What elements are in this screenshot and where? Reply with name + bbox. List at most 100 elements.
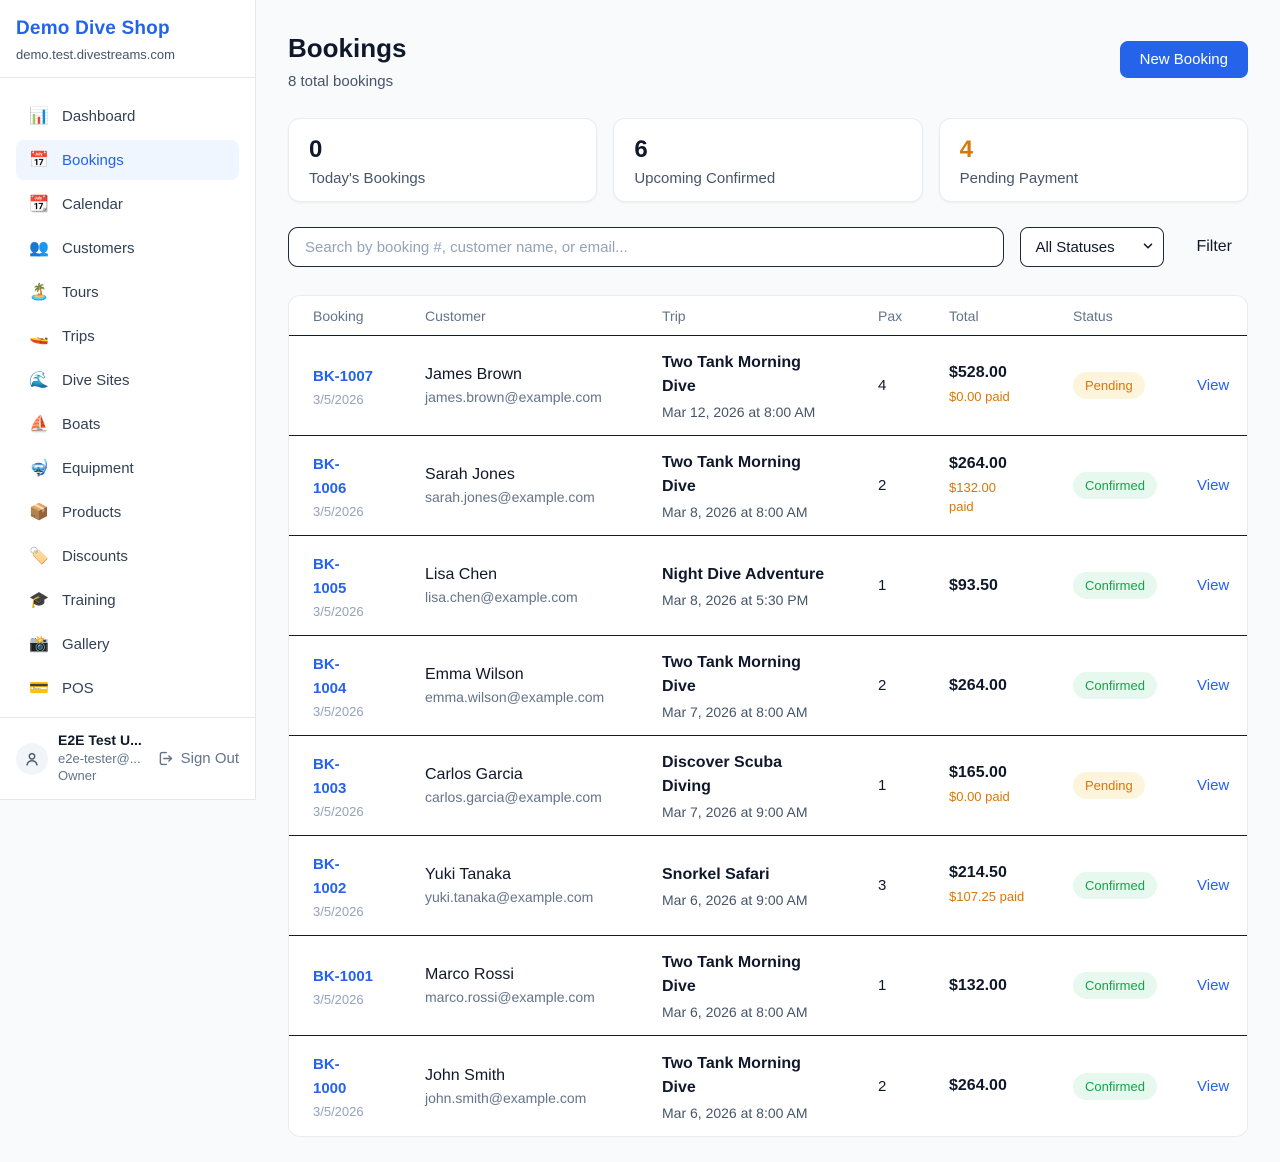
booking-date: 3/5/2026 [313,1104,425,1119]
nav-item-label: Equipment [62,460,134,477]
user-info: E2E Test U... e2e-tester@... Owner [58,732,147,785]
status-filter-select[interactable]: All Statuses [1020,227,1164,267]
total-cell: $264.00 $132.00 paid [949,455,1073,517]
sidebar-item-dashboard[interactable]: 📊 Dashboard [16,96,239,136]
sidebar-header: Demo Dive Shop demo.test.divestreams.com [0,0,255,78]
total-cell: $264.00 [949,1077,1073,1095]
table-row: BK- 1005 3/5/2026 Lisa Chen lisa.chen@ex… [289,536,1247,636]
trip-cell: Discover Scuba Diving Mar 7, 2026 at 9:0… [662,751,878,820]
booking-cell: BK- 1005 3/5/2026 [313,553,425,619]
total-amount: $165.00 [949,764,1073,782]
trip-datetime: Mar 7, 2026 at 8:00 AM [662,704,848,720]
trip-name: Two Tank Morning Dive [662,951,848,999]
table-header-row: Booking Customer Trip Pax Total Status [289,296,1247,336]
nav-item-label: Gallery [62,636,110,653]
trip-cell: Two Tank Morning Dive Mar 6, 2026 at 8:0… [662,1052,878,1121]
view-link[interactable]: View [1197,1078,1229,1095]
booking-link[interactable]: BK- 1003 [313,753,425,801]
stat-label: Upcoming Confirmed [634,170,901,187]
status-cell: Pending [1073,372,1197,399]
pax-value: 2 [878,677,949,694]
trip-cell: Two Tank Morning Dive Mar 12, 2026 at 8:… [662,351,878,420]
trip-cell: Two Tank Morning Dive Mar 7, 2026 at 8:0… [662,651,878,720]
booking-link[interactable]: BK- 1004 [313,653,425,701]
total-amount: $264.00 [949,455,1073,473]
customer-email: james.brown@example.com [425,389,662,405]
table-row: BK- 1004 3/5/2026 Emma Wilson emma.wilso… [289,636,1247,736]
sidebar-item-training[interactable]: 🎓 Training [16,580,239,620]
logout-icon [157,750,174,767]
sidebar-item-trips[interactable]: 🚤 Trips [16,316,239,356]
nav-item-label: Tours [62,284,99,301]
sidebar-item-bookings[interactable]: 📅 Bookings [16,140,239,180]
col-header-booking: Booking [313,308,425,324]
nav-item-label: POS [62,680,94,697]
trip-name: Two Tank Morning Dive [662,451,848,499]
view-link[interactable]: View [1197,377,1229,394]
trip-datetime: Mar 8, 2026 at 8:00 AM [662,504,848,520]
customer-name: Yuki Tanaka [425,866,662,884]
booking-link[interactable]: BK-1007 [313,365,425,389]
filter-button[interactable]: Filter [1180,238,1248,256]
customer-email: sarah.jones@example.com [425,489,662,505]
nav-item-icon: 🏝️ [29,282,49,302]
customer-name: Sarah Jones [425,466,662,484]
nav-item-icon: 🏷️ [29,546,49,566]
customer-email: john.smith@example.com [425,1090,662,1106]
sidebar-item-gallery[interactable]: 📸 Gallery [16,624,239,664]
view-link[interactable]: View [1197,577,1229,594]
view-link[interactable]: View [1197,477,1229,494]
pax-value: 1 [878,777,949,794]
sidebar-item-equipment[interactable]: 🤿 Equipment [16,448,239,488]
bookings-table: Booking Customer Trip Pax Total Status B… [288,295,1248,1137]
view-link[interactable]: View [1197,977,1229,994]
status-cell: Confirmed [1073,472,1197,499]
sign-out-button[interactable]: Sign Out [157,750,239,767]
search-input[interactable] [288,227,1004,267]
customer-cell: Yuki Tanaka yuki.tanaka@example.com [425,866,662,905]
status-filter-wrap: All Statuses [1020,227,1164,267]
sidebar-item-pos[interactable]: 💳 POS [16,668,239,708]
trip-cell: Two Tank Morning Dive Mar 6, 2026 at 8:0… [662,951,878,1020]
trip-datetime: Mar 8, 2026 at 5:30 PM [662,592,848,608]
sidebar-item-calendar[interactable]: 📆 Calendar [16,184,239,224]
view-link[interactable]: View [1197,777,1229,794]
booking-link[interactable]: BK- 1000 [313,1053,425,1101]
sidebar-item-tours[interactable]: 🏝️ Tours [16,272,239,312]
paid-amount: $0.00 paid [949,387,1073,407]
main-content: Bookings 8 total bookings New Booking 0 … [256,0,1280,1137]
page-header: Bookings 8 total bookings New Booking [288,33,1248,90]
col-header-trip: Trip [662,308,878,324]
total-amount: $93.50 [949,577,1073,595]
customer-email: yuki.tanaka@example.com [425,889,662,905]
booking-link[interactable]: BK- 1006 [313,453,425,501]
stats-row: 0 Today's Bookings 6 Upcoming Confirmed … [288,118,1248,202]
customer-cell: John Smith john.smith@example.com [425,1067,662,1106]
booking-link[interactable]: BK- 1005 [313,553,425,601]
booking-link[interactable]: BK- 1002 [313,853,425,901]
customer-email: carlos.garcia@example.com [425,789,662,805]
nav-item-icon: 🌊 [29,370,49,390]
sidebar-item-dive-sites[interactable]: 🌊 Dive Sites [16,360,239,400]
sidebar-item-discounts[interactable]: 🏷️ Discounts [16,536,239,576]
total-amount: $214.50 [949,864,1073,882]
status-cell: Confirmed [1073,972,1197,999]
sidebar-item-products[interactable]: 📦 Products [16,492,239,532]
booking-date: 3/5/2026 [313,504,425,519]
view-link[interactable]: View [1197,677,1229,694]
view-link[interactable]: View [1197,877,1229,894]
nav-item-icon: 📸 [29,634,49,654]
total-amount: $264.00 [949,1077,1073,1095]
table-row: BK- 1006 3/5/2026 Sarah Jones sarah.jone… [289,436,1247,536]
stat-label: Pending Payment [960,170,1227,187]
nav-item-icon: 💳 [29,678,49,698]
col-header-status: Status [1073,308,1197,324]
booking-link[interactable]: BK-1001 [313,965,425,989]
sidebar-item-boats[interactable]: ⛵ Boats [16,404,239,444]
nav-item-label: Trips [62,328,95,345]
pax-value: 1 [878,577,949,594]
new-booking-button[interactable]: New Booking [1120,41,1248,78]
total-cell: $132.00 [949,977,1073,995]
sidebar-item-customers[interactable]: 👥 Customers [16,228,239,268]
status-cell: Confirmed [1073,572,1197,599]
